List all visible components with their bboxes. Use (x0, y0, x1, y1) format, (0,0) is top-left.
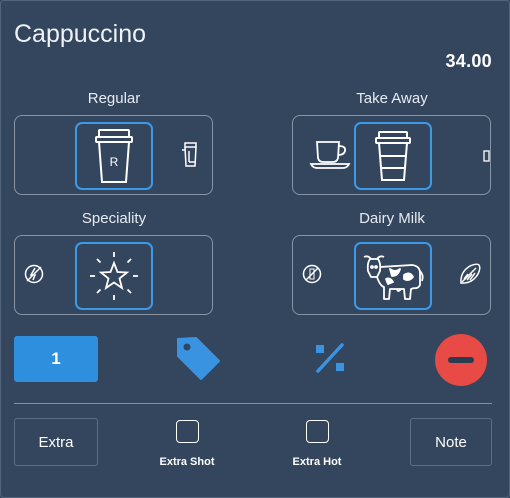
size-option-group: R (14, 115, 213, 195)
extra-hot-label: Extra Hot (292, 456, 342, 468)
serving-option-group (292, 115, 491, 195)
almond-icon (460, 263, 481, 284)
extra-shot-label: Extra Shot (159, 456, 215, 468)
tall-cup-icon (182, 142, 197, 167)
size-option-regular[interactable]: R (75, 122, 153, 190)
speciality-option-group (14, 235, 213, 315)
extra-shot-checkbox[interactable] (176, 420, 199, 443)
price-tag-button[interactable] (174, 335, 222, 386)
speciality-group-label: Speciality (81, 210, 147, 227)
serving-option-small[interactable] (483, 149, 490, 163)
milk-option-almond[interactable] (458, 262, 482, 286)
product-name: Cappuccino (14, 20, 147, 48)
extra-hot-checkbox[interactable] (306, 420, 329, 443)
size-option-large[interactable] (181, 142, 201, 168)
cow-icon (363, 255, 424, 300)
milk-option-dairy[interactable] (354, 242, 432, 310)
percent-icon (316, 343, 344, 373)
serving-group-label: Take Away (356, 90, 428, 107)
takeaway-cup-r-icon: R (95, 129, 133, 183)
remove-button[interactable] (434, 333, 488, 392)
size-letter: R (110, 155, 119, 169)
divider (14, 403, 492, 404)
product-price: 34.00 (445, 51, 492, 71)
discount-button[interactable] (313, 341, 347, 380)
speciality-option-star[interactable] (75, 242, 153, 310)
milk-option-group (292, 235, 491, 315)
note-button[interactable]: Note (410, 418, 492, 466)
extra-button[interactable]: Extra (14, 418, 98, 466)
serving-option-dine-in[interactable] (309, 138, 351, 170)
price-tag-icon (177, 337, 220, 380)
cup-and-saucer-icon (309, 141, 351, 169)
takeaway-cup-icon (375, 131, 411, 181)
star-burst-icon (90, 252, 138, 300)
serving-option-take-away[interactable] (354, 122, 432, 190)
no-speciality-icon (24, 264, 44, 284)
remove-icon (435, 334, 487, 386)
speciality-option-none[interactable] (24, 264, 44, 284)
no-milk-icon (302, 264, 322, 284)
size-group-label: Regular (87, 90, 141, 107)
small-cup-icon (483, 150, 490, 162)
quantity-button[interactable]: 1 (14, 336, 98, 382)
milk-group-label: Dairy Milk (359, 210, 425, 227)
milk-option-none[interactable] (302, 264, 322, 284)
